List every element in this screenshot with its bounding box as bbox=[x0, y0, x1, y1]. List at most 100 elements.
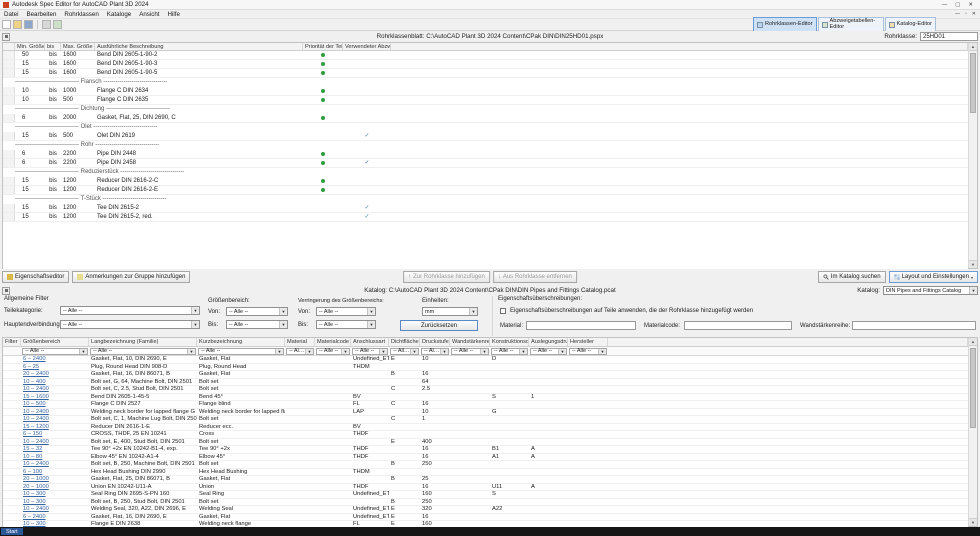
col-max-groesse[interactable]: Max. Größe bbox=[61, 43, 95, 50]
catalog-row[interactable]: 10 – 2400 Welding neck border for lapped … bbox=[3, 409, 968, 416]
spec-part-row[interactable]: 10 bis 1000 Flange C DIN 2634 bbox=[3, 87, 968, 96]
menu-hilfe[interactable]: Hilfe bbox=[164, 11, 184, 18]
row-selector[interactable] bbox=[3, 51, 15, 59]
menu-bearbeiten[interactable]: Bearbeiten bbox=[22, 11, 60, 18]
catalog-row[interactable]: 15 – 1600 Bend DIN 2605-1-45-5 Bend 45° BV S… bbox=[3, 394, 968, 401]
col-wandstaerkenreihe[interactable]: Wandstärkenreihe bbox=[450, 338, 490, 346]
column-filter-select[interactable]: -- Alle --▼ bbox=[390, 347, 419, 355]
row-selector[interactable] bbox=[3, 96, 15, 104]
size-range-link[interactable]: 10 – 300 bbox=[23, 491, 46, 497]
col-min-groesse[interactable]: Min. Größe bbox=[15, 43, 45, 50]
scroll-up-icon[interactable]: ▲ bbox=[969, 43, 977, 51]
col-auslegungsdruckfaktor[interactable]: Auslegungsdruckfaktor bbox=[529, 338, 568, 346]
teilekategorie-select[interactable]: -- Alle -- ▼ bbox=[60, 306, 200, 315]
scroll-down-icon[interactable]: ▼ bbox=[969, 518, 977, 526]
size-range-link[interactable]: 10 – 300 bbox=[23, 499, 46, 505]
column-filter-select[interactable]: -- Alle --▼ bbox=[198, 347, 284, 355]
catalog-row[interactable]: 10 – 300 Bolt set, B, 250, Stud Bolt, DIN… bbox=[3, 499, 968, 506]
column-filter-select[interactable]: -- Alle --▼ bbox=[22, 347, 88, 355]
row-selector[interactable] bbox=[3, 60, 15, 68]
catalog-select[interactable]: DIN Pipes and Fittings Catalog ▼ bbox=[883, 286, 978, 295]
column-filter-select[interactable]: -- Alle --▼ bbox=[530, 347, 567, 355]
column-filter-select[interactable]: -- Alle --▼ bbox=[286, 347, 314, 355]
maximize-icon[interactable]: ▢ bbox=[955, 2, 960, 8]
size-range-link[interactable]: 10 – 2400 bbox=[23, 416, 49, 422]
size-range-link[interactable]: 6 – 100 bbox=[23, 469, 42, 475]
menu-kataloge[interactable]: Kataloge bbox=[103, 11, 135, 18]
spec-part-row[interactable]: 10 bis 500 Flange C DIN 2635 bbox=[3, 96, 968, 105]
mdi-restore-icon[interactable]: ▫ bbox=[965, 11, 967, 17]
size-range-link[interactable]: 10 – 400 bbox=[23, 379, 46, 385]
col-langbezeichnung[interactable]: Langbezeichnung (Familie) bbox=[89, 338, 197, 346]
size-range-link[interactable]: 10 – 2400 bbox=[23, 461, 49, 467]
start-button[interactable]: Start bbox=[1, 528, 23, 535]
column-filter-select[interactable]: -- Alle --▼ bbox=[569, 347, 607, 355]
catalog-row[interactable]: 15 – 32 Tee 90° +2x EN 10242-B1-4, exp. Te… bbox=[3, 446, 968, 454]
tab-katalog-editor[interactable]: Katalog-Editor bbox=[884, 16, 936, 33]
catalog-row[interactable]: 6 – 100 Hex Head Bushing DIN 2990 Hex Head… bbox=[3, 469, 968, 476]
groessenbereich-von-select[interactable]: -- Alle -- ▼ bbox=[226, 307, 288, 316]
mdi-minimize-icon[interactable]: — bbox=[955, 11, 960, 17]
col-prioritaet[interactable]: Priorität der Teile bbox=[303, 43, 343, 50]
col-groessenbereich[interactable]: Größenbereich bbox=[21, 338, 89, 346]
scroll-down-icon[interactable]: ▼ bbox=[969, 260, 977, 268]
catalog-row[interactable]: 10 – 2400 Bolt set, C, 1, Machine Lug Bol… bbox=[3, 416, 968, 424]
size-range-link[interactable]: 10 – 80 bbox=[23, 454, 42, 460]
catalog-row[interactable]: 10 – 400 Bolt set, G, 64, Machine Bolt, D… bbox=[3, 379, 968, 386]
row-selector[interactable] bbox=[3, 87, 15, 95]
panel-pin-icon[interactable] bbox=[2, 32, 10, 41]
catalog-row[interactable]: 10 – 300 Seal Ring DIN 2695-S-PN 160 Seal … bbox=[3, 491, 968, 499]
col-bis[interactable]: bis bbox=[45, 43, 61, 50]
material-field[interactable] bbox=[526, 321, 636, 330]
size-range-link[interactable]: 10 – 2400 bbox=[23, 506, 49, 512]
scrollbar-thumb[interactable] bbox=[970, 348, 976, 428]
column-filter-select[interactable]: -- Alle --▼ bbox=[421, 347, 449, 355]
column-filter-select[interactable]: -- Alle --▼ bbox=[491, 347, 528, 355]
einheiten-select[interactable]: mm ▼ bbox=[422, 307, 478, 316]
spec-class-value[interactable]: 25HD01 bbox=[920, 32, 978, 41]
row-selector[interactable] bbox=[3, 132, 15, 140]
spec-part-row[interactable]: 15 bis 1600 Bend DIN 2605-1-90-5 bbox=[3, 69, 968, 78]
row-selector[interactable] bbox=[3, 177, 15, 185]
panel-pin-icon[interactable] bbox=[2, 286, 10, 295]
catalog-row[interactable]: 20 – 2400 Gasket, Flat, 16, DIN 86071, B G… bbox=[3, 371, 968, 379]
wandstaerkenreihe-field[interactable] bbox=[852, 321, 976, 330]
catalog-row[interactable]: 10 – 2400 Bolt set, C, 2.5, Stud Bolt, DI… bbox=[3, 386, 968, 394]
col-druckstufe[interactable]: Druckstufe bbox=[420, 338, 450, 346]
catalog-row[interactable]: 6 – 25 Plug, Round Head DIN 908-D Plug, Ro… bbox=[3, 364, 968, 371]
spec-part-row[interactable]: 6 bis 2200 Pipe DIN 2458 ✓ bbox=[3, 159, 968, 168]
row-selector[interactable] bbox=[3, 159, 15, 167]
size-range-link[interactable]: 20 – 2400 bbox=[23, 371, 49, 377]
catalog-row[interactable]: 10 – 2400 Welding Seal, 320, A22, DIN 269… bbox=[3, 506, 968, 514]
scrollbar-thumb[interactable] bbox=[970, 53, 976, 113]
menu-datei[interactable]: Datei bbox=[0, 11, 22, 18]
col-filter[interactable]: Filter bbox=[3, 338, 21, 346]
minimize-icon[interactable]: — bbox=[942, 2, 948, 8]
print-icon[interactable] bbox=[42, 20, 51, 29]
column-filter-select[interactable]: -- Alle --▼ bbox=[451, 347, 489, 355]
save-icon[interactable] bbox=[24, 20, 33, 29]
groessenbereich-bis-select[interactable]: -- Alle -- ▼ bbox=[226, 320, 288, 329]
eigenschaftseditor-button[interactable]: Eigenschaftseditor bbox=[2, 271, 70, 283]
spec-part-row[interactable]: 6 bis 2000 Gasket, Flat, 25, DIN 2690, C bbox=[3, 114, 968, 123]
aus-rohrklasse-entfernen-button[interactable]: ↓ Aus Rohrklasse entfernen bbox=[492, 271, 577, 283]
col-verwendeter-abzw[interactable]: Verwendeter Abzw. bbox=[343, 43, 391, 50]
catalog-row[interactable]: 6 – 150 CROSS, THDF, 25 EN 10241 Cross THDF bbox=[3, 431, 968, 439]
spec-vertical-scrollbar[interactable]: ▲ ▼ bbox=[968, 43, 977, 268]
col-kurzbezeichnung[interactable]: Kurzbezeichnung bbox=[197, 338, 285, 346]
row-selector[interactable] bbox=[3, 150, 15, 158]
catalog-row[interactable]: 20 – 1000 Gasket, Flat, 25, DIN 86071, B G… bbox=[3, 476, 968, 484]
scroll-up-icon[interactable]: ▲ bbox=[969, 338, 977, 346]
row-selector[interactable] bbox=[3, 69, 15, 77]
open-icon[interactable] bbox=[13, 20, 22, 29]
col-material[interactable]: Material bbox=[285, 338, 315, 346]
close-icon[interactable]: ✕ bbox=[968, 2, 973, 8]
size-range-link[interactable]: 15 – 32 bbox=[23, 446, 42, 452]
col-beschreibung[interactable]: Ausführliche Beschreibung bbox=[95, 43, 303, 50]
tab-abzweigetabellen-editor[interactable]: Abzweigetabellen-Editor bbox=[817, 16, 884, 33]
size-range-link[interactable]: 6 – 2400 bbox=[23, 514, 46, 520]
col-materialcode[interactable]: Materialcode bbox=[315, 338, 351, 346]
catalog-row[interactable]: 20 – 1000 Union EN 10242-U11-A Union THDF 16… bbox=[3, 484, 968, 491]
hauptendverbindung-select[interactable]: -- Alle -- ▼ bbox=[60, 320, 200, 329]
catalog-vertical-scrollbar[interactable]: ▲ ▼ bbox=[968, 338, 977, 526]
